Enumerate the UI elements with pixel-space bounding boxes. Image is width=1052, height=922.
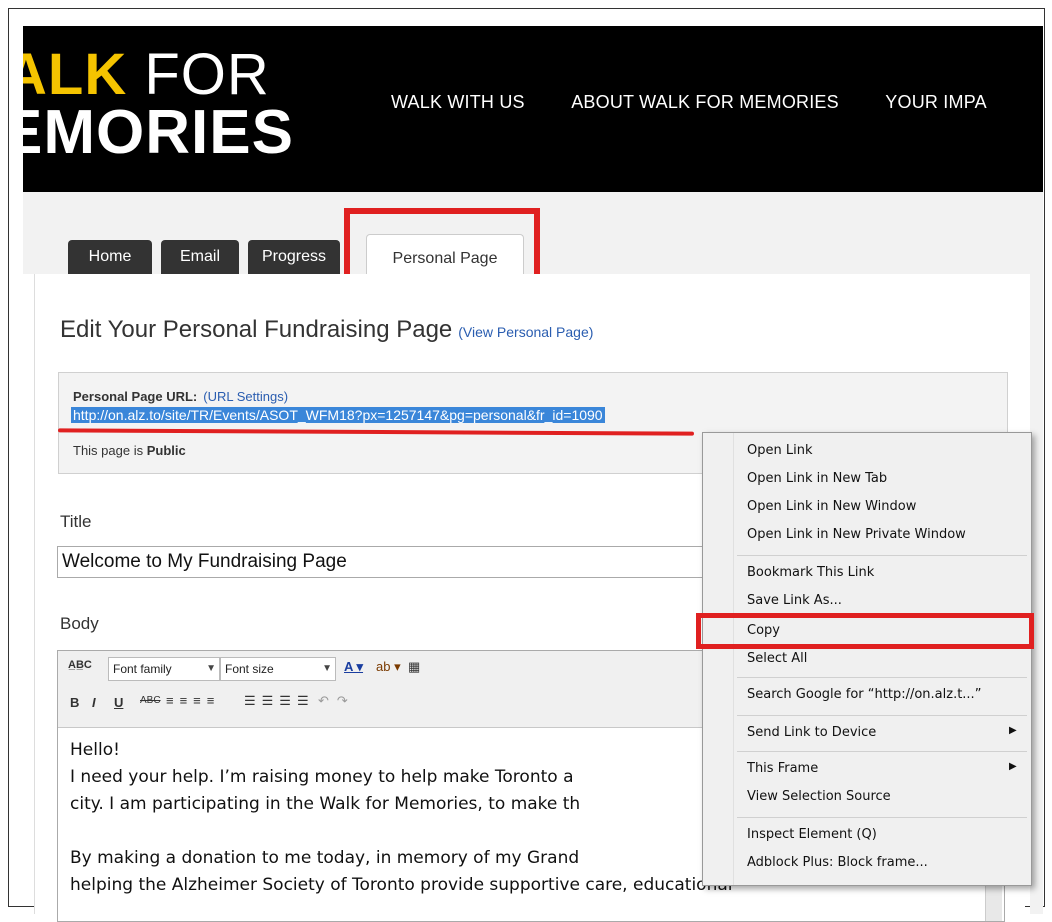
nav-about[interactable]: ABOUT WALK FOR MEMORIES bbox=[571, 92, 839, 112]
menu-inspect-element[interactable]: Inspect Element (Q) bbox=[747, 827, 877, 842]
nav-your-impact[interactable]: YOUR IMPA bbox=[885, 92, 986, 112]
submenu-arrow-icon: ▶ bbox=[1009, 725, 1017, 736]
body-line: helping the Alzheimer Society of Toronto… bbox=[70, 875, 733, 895]
menu-send-link-to-device[interactable]: Send Link to Device ▶ bbox=[747, 725, 1017, 740]
public-status: This page is Public bbox=[73, 443, 186, 458]
tab-progress[interactable]: Progress bbox=[248, 240, 340, 274]
personal-page-url-link[interactable]: http://on.alz.to/site/TR/Events/ASOT_WFM… bbox=[71, 407, 605, 423]
menu-separator bbox=[737, 715, 1027, 716]
menu-select-all[interactable]: Select All bbox=[747, 651, 807, 666]
site-header: ALK FOR EMORIES WALK WITH US ABOUT WALK … bbox=[23, 26, 1043, 192]
menu-adblock-block-frame[interactable]: Adblock Plus: Block frame... bbox=[747, 855, 928, 870]
menu-bookmark-link[interactable]: Bookmark This Link bbox=[747, 565, 874, 580]
menu-separator bbox=[737, 677, 1027, 678]
logo-text-memories: EMORIES bbox=[23, 98, 294, 167]
menu-this-frame[interactable]: This Frame ▶ bbox=[747, 761, 1017, 776]
menu-open-new-window[interactable]: Open Link in New Window bbox=[747, 499, 916, 514]
tab-home[interactable]: Home bbox=[68, 240, 152, 274]
font-family-select[interactable]: Font family ▼ bbox=[108, 657, 220, 681]
bold-icon[interactable]: B bbox=[70, 695, 79, 710]
text-color-icon[interactable]: A ▾ bbox=[344, 659, 363, 675]
tab-email[interactable]: Email bbox=[161, 240, 239, 274]
undo-redo-icons[interactable]: ↶↷ bbox=[318, 693, 356, 709]
body-line: Hello! bbox=[70, 740, 120, 760]
highlight-box-copy bbox=[696, 613, 1034, 649]
italic-icon[interactable]: I bbox=[92, 695, 96, 710]
menu-search-google[interactable]: Search Google for “http://on.alz.t...” bbox=[747, 687, 981, 702]
body-label: Body bbox=[60, 614, 99, 633]
menu-gutter bbox=[733, 433, 734, 885]
page-title: Edit Your Personal Fundraising Page (View… bbox=[60, 316, 594, 343]
spellcheck-icon[interactable]: A̲B̲C bbox=[68, 659, 92, 671]
url-settings-link[interactable]: (URL Settings) bbox=[203, 389, 288, 404]
strikethrough-icon[interactable]: ABC bbox=[140, 695, 161, 706]
main-nav: WALK WITH US ABOUT WALK FOR MEMORIES YOU… bbox=[391, 92, 1029, 113]
url-label: Personal Page URL: (URL Settings) bbox=[73, 389, 289, 404]
context-menu: Open Link Open Link in New Tab Open Link… bbox=[702, 432, 1032, 886]
list-indent-icons[interactable]: ☰☰☰☰ bbox=[244, 693, 315, 709]
menu-separator bbox=[737, 817, 1027, 818]
align-icons[interactable]: ≡≡≡≡ bbox=[166, 693, 220, 708]
menu-open-private-window[interactable]: Open Link in New Private Window bbox=[747, 527, 966, 542]
menu-separator bbox=[737, 555, 1027, 556]
body-line bbox=[70, 818, 733, 845]
nav-walk-with-us[interactable]: WALK WITH US bbox=[391, 92, 525, 112]
menu-view-selection-source[interactable]: View Selection Source bbox=[747, 789, 891, 804]
submenu-arrow-icon: ▶ bbox=[1009, 761, 1017, 772]
body-line: city. I am participating in the Walk for… bbox=[70, 794, 581, 814]
highlight-color-icon[interactable]: ab ▾ bbox=[376, 659, 401, 675]
title-input[interactable]: Welcome to My Fundraising Page bbox=[57, 546, 722, 578]
body-line: By making a donation to me today, in mem… bbox=[70, 848, 580, 868]
editor-body[interactable]: Hello! I need your help. I’m raising mon… bbox=[70, 737, 733, 899]
title-label: Title bbox=[60, 512, 92, 531]
underline-icon[interactable]: U bbox=[114, 695, 123, 710]
body-line: I need your help. I’m raising money to h… bbox=[70, 767, 574, 787]
menu-save-link-as[interactable]: Save Link As... bbox=[747, 593, 842, 608]
menu-open-new-tab[interactable]: Open Link in New Tab bbox=[747, 471, 887, 486]
paste-word-icon[interactable]: ▦ bbox=[408, 659, 420, 675]
menu-separator bbox=[737, 751, 1027, 752]
view-personal-page-link[interactable]: (View Personal Page) bbox=[458, 324, 593, 340]
menu-open-link[interactable]: Open Link bbox=[747, 443, 812, 458]
font-size-select[interactable]: Font size ▼ bbox=[220, 657, 336, 681]
